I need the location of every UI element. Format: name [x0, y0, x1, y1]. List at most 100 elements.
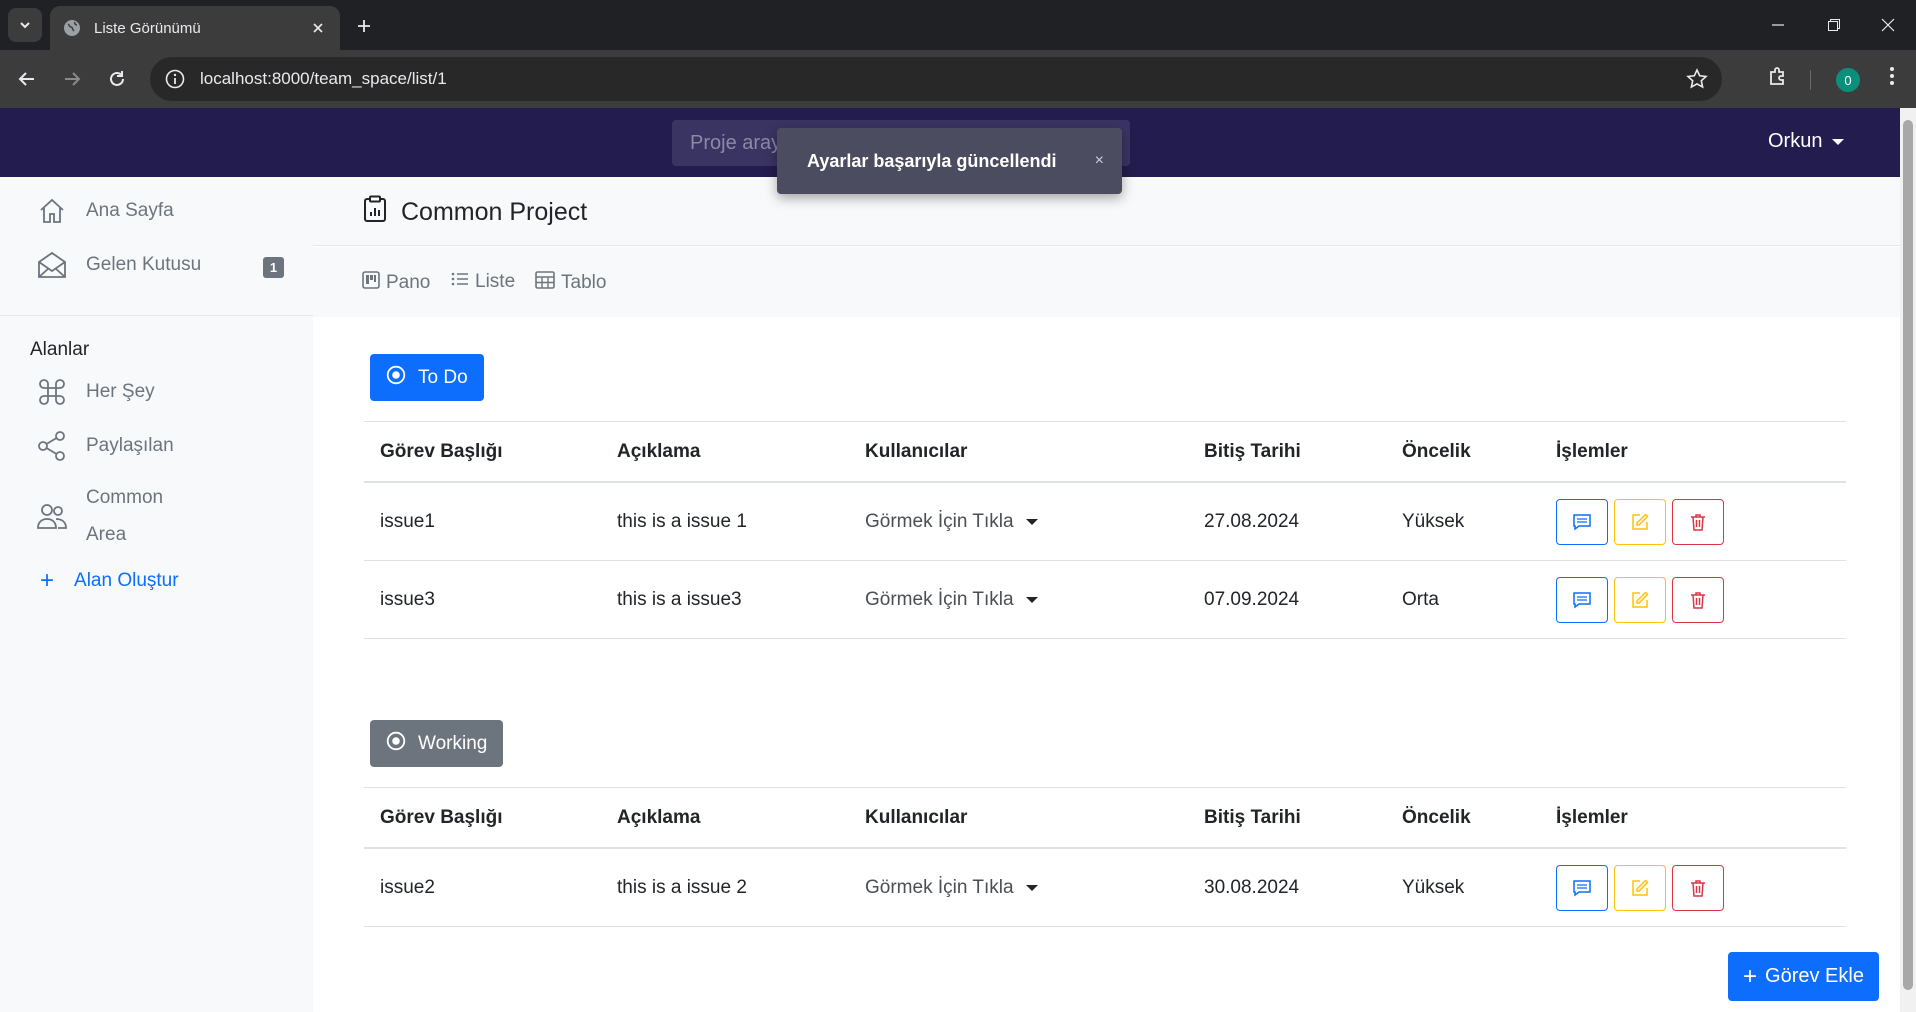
users-dropdown[interactable]: Görmek İçin Tıkla	[865, 561, 1038, 638]
tab-label: Tablo	[561, 272, 607, 293]
sidebar-divider	[0, 315, 313, 316]
trash-icon	[1691, 879, 1705, 897]
caret-down-icon	[1025, 884, 1038, 891]
restore-button[interactable]	[1806, 0, 1862, 50]
sidebar-item-common-area[interactable]: Common Area	[36, 479, 163, 553]
comment-button[interactable]	[1556, 576, 1608, 623]
column-header: Öncelik	[1402, 440, 1471, 462]
edit-button[interactable]	[1614, 498, 1666, 545]
sidebar-item-shared[interactable]: Paylaşılan	[36, 430, 174, 462]
column-header: Bitiş Tarihi	[1204, 806, 1301, 828]
sidebar: Ana Sayfa Gelen Kutusu 1 Alanlar Her Şey…	[0, 177, 313, 1012]
browser-tab[interactable]: Liste Görünümü	[50, 6, 340, 50]
sidebar-item-everything[interactable]: Her Şey	[36, 376, 155, 408]
minimize-icon	[1772, 24, 1784, 26]
browser-toolbar: localhost:8000/team_space/list/1	[0, 50, 1916, 108]
tab-board[interactable]: Pano	[362, 271, 430, 295]
column-header: İşlemler	[1556, 440, 1628, 462]
task-priority: Yüksek	[1402, 876, 1465, 898]
edit-button[interactable]	[1614, 864, 1666, 911]
caret-down-icon	[1025, 518, 1038, 525]
address-bar[interactable]: localhost:8000/team_space/list/1	[150, 57, 1722, 101]
users-dropdown-label: Görmek İçin Tıkla	[865, 876, 1014, 898]
close-icon	[313, 23, 323, 33]
page-scrollbar[interactable]	[1900, 108, 1916, 1012]
tab-close-button[interactable]	[308, 18, 328, 38]
row-actions	[1556, 849, 1724, 926]
column-header: Bitiş Tarihi	[1204, 440, 1301, 462]
status-button-working[interactable]: Working	[370, 720, 504, 767]
sidebar-item-label-line2: Area	[86, 524, 127, 545]
table-row: issue2 this is a issue 2 Görmek İçin Tık…	[364, 849, 1846, 927]
more-vertical-icon	[1890, 67, 1894, 85]
column-header: Görev Başlığı	[380, 440, 503, 462]
sidebar-item-label: Common Area	[86, 479, 163, 553]
table-row: issue1 this is a issue 1 Görmek İçin Tık…	[364, 483, 1846, 561]
row-actions	[1556, 561, 1724, 638]
people-icon	[36, 500, 68, 532]
plus-icon	[358, 20, 370, 32]
users-dropdown[interactable]: Görmek İçin Tıkla	[865, 483, 1038, 560]
new-tab-button[interactable]	[350, 12, 378, 40]
share-icon	[36, 430, 68, 462]
add-task-button[interactable]: + Görev Ekle	[1728, 952, 1879, 1001]
star-icon[interactable]	[1686, 68, 1708, 90]
sidebar-item-inbox[interactable]: Gelen Kutusu	[36, 249, 201, 281]
sidebar-item-label: Ana Sayfa	[86, 200, 174, 221]
caret-down-icon	[1025, 596, 1038, 603]
user-menu[interactable]: Orkun	[1768, 130, 1845, 153]
column-header: İşlemler	[1556, 806, 1628, 828]
tab-search-button[interactable]	[8, 8, 42, 42]
status-button-todo[interactable]: To Do	[370, 354, 484, 401]
table-header: Görev Başlığı Açıklama Kullanıcılar Biti…	[364, 787, 1846, 849]
reload-button[interactable]	[102, 64, 132, 94]
reload-icon	[110, 71, 124, 86]
project-title-text: Common Project	[401, 198, 588, 226]
toast-message: Ayarlar başarıyla güncellendi	[807, 150, 1057, 171]
spaces-heading: Alanlar	[30, 339, 90, 360]
puzzle-icon	[1770, 67, 1784, 85]
status-label: To Do	[418, 366, 468, 388]
arrow-right-icon	[65, 72, 81, 86]
minimize-button[interactable]	[1750, 0, 1806, 50]
command-icon	[36, 376, 68, 408]
table-row: issue3 this is a issue3 Görmek İçin Tıkl…	[364, 561, 1846, 639]
task-priority: Orta	[1402, 588, 1439, 610]
tab-title: Liste Görünümü	[94, 19, 201, 37]
arrow-left-icon	[18, 72, 34, 86]
task-table-todo: Görev Başlığı Açıklama Kullanıcılar Biti…	[364, 421, 1846, 639]
create-area-link[interactable]: + Alan Oluştur	[40, 569, 179, 593]
delete-button[interactable]	[1672, 576, 1724, 623]
profile-avatar[interactable]: 0	[1836, 68, 1860, 92]
delete-button[interactable]	[1672, 864, 1724, 911]
tab-table[interactable]: Tablo	[535, 271, 606, 295]
edit-button[interactable]	[1614, 576, 1666, 623]
task-description: this is a issue3	[617, 588, 742, 610]
chat-icon	[1573, 879, 1591, 896]
task-due-date: 30.08.2024	[1204, 876, 1300, 898]
tab-label: Pano	[386, 272, 431, 293]
project-title: Common Project	[363, 195, 587, 230]
comment-button[interactable]	[1556, 498, 1608, 545]
task-due-date: 27.08.2024	[1204, 510, 1300, 532]
tab-label: Liste	[475, 271, 516, 292]
window-close-button[interactable]	[1860, 0, 1916, 50]
record-circle-icon	[386, 731, 406, 757]
toast-close-button[interactable]: ×	[1095, 152, 1104, 170]
trash-icon	[1691, 513, 1705, 531]
browser-menu-button[interactable]	[1880, 64, 1904, 93]
sidebar-item-label: Her Şey	[86, 381, 155, 402]
extensions-button[interactable]	[1766, 64, 1790, 93]
users-dropdown[interactable]: Görmek İçin Tıkla	[865, 849, 1038, 926]
back-button[interactable]	[12, 64, 42, 94]
forward-button[interactable]	[57, 64, 87, 94]
comment-button[interactable]	[1556, 864, 1608, 911]
tab-list[interactable]: Liste	[451, 271, 515, 293]
chat-icon	[1573, 591, 1591, 608]
house-icon	[36, 195, 68, 227]
delete-button[interactable]	[1672, 498, 1724, 545]
envelope-open-icon	[36, 249, 68, 281]
task-title: issue3	[380, 588, 435, 610]
sidebar-item-home[interactable]: Ana Sayfa	[36, 195, 174, 227]
scrollbar-thumb[interactable]	[1903, 120, 1913, 990]
